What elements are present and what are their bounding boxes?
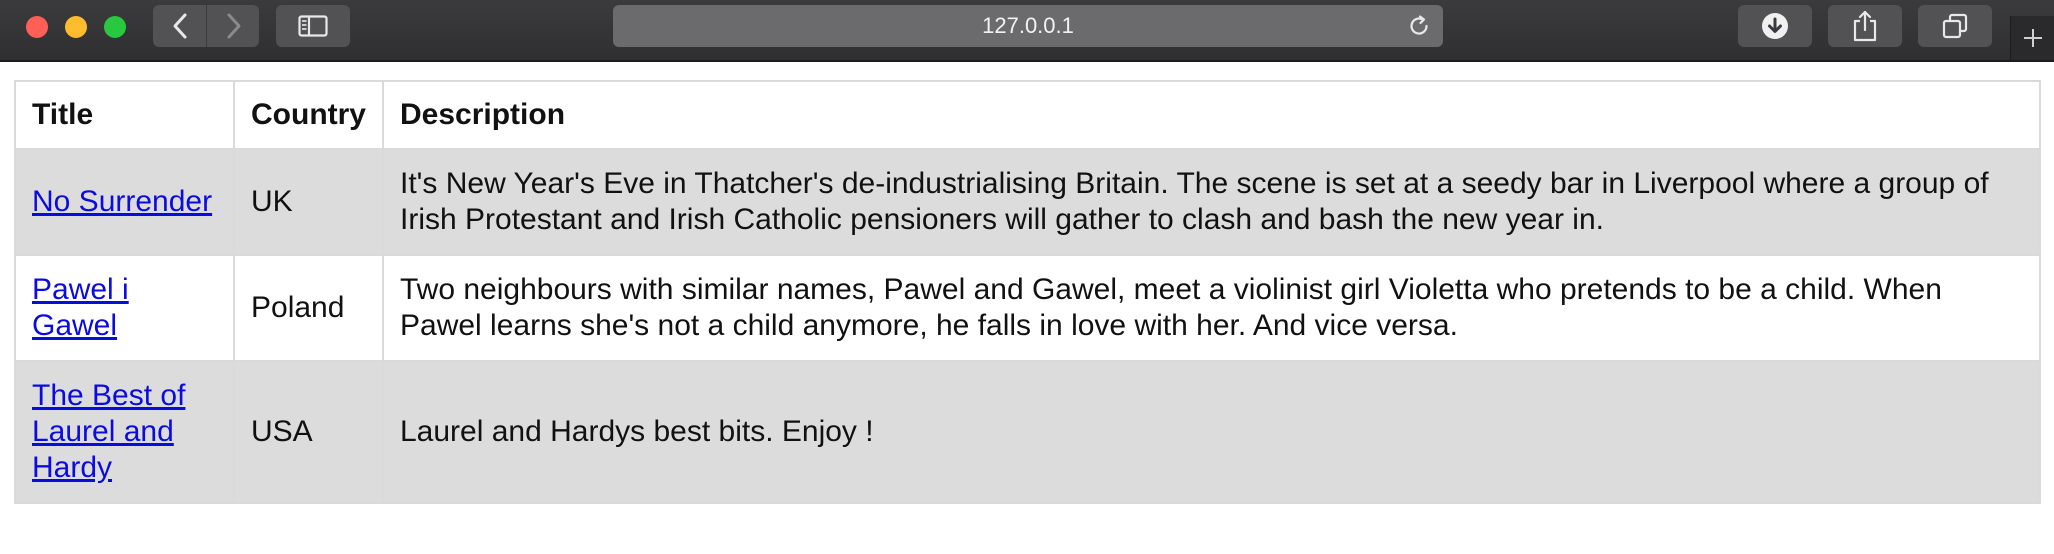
close-window-button[interactable] <box>26 16 48 38</box>
header-country: Country <box>233 80 384 150</box>
title-cell: The Best of Laurel and Hardy <box>14 360 235 504</box>
tabs-overview-icon <box>1942 13 1968 39</box>
share-icon <box>1853 10 1877 42</box>
url-text: 127.0.0.1 <box>982 13 1074 38</box>
page-content: Title Country Description No Surrender U… <box>0 62 2054 554</box>
chevron-left-icon <box>173 13 186 39</box>
films-table: Title Country Description No Surrender U… <box>14 80 2041 504</box>
navigation-buttons <box>153 5 259 47</box>
title-cell: Pawel i Gawel <box>14 254 235 362</box>
download-icon <box>1762 13 1788 39</box>
country-cell: UK <box>233 148 384 256</box>
country-cell: Poland <box>233 254 384 362</box>
film-title-link[interactable]: Pawel i Gawel <box>32 273 129 342</box>
new-tab-button[interactable] <box>2010 16 2054 60</box>
minimize-window-button[interactable] <box>65 16 87 38</box>
share-button[interactable] <box>1828 5 1902 47</box>
sidebar-icon <box>298 15 328 37</box>
back-button[interactable] <box>153 5 206 47</box>
forward-button[interactable] <box>207 5 260 47</box>
sidebar-toggle-button[interactable] <box>276 5 350 47</box>
reload-icon[interactable] <box>1407 14 1431 38</box>
film-title-link[interactable]: No Surrender <box>32 185 212 218</box>
table-header-row: Title Country Description <box>14 80 2041 150</box>
table-row: The Best of Laurel and Hardy USA Laurel … <box>14 360 2041 504</box>
country-cell: USA <box>233 360 384 504</box>
downloads-button[interactable] <box>1738 5 1812 47</box>
title-cell: No Surrender <box>14 148 235 256</box>
maximize-window-button[interactable] <box>104 16 126 38</box>
header-title: Title <box>14 80 235 150</box>
table-row: Pawel i Gawel Poland Two neighbours with… <box>14 254 2041 362</box>
film-title-link[interactable]: The Best of Laurel and Hardy <box>32 379 185 484</box>
browser-toolbar: 127.0.0.1 <box>0 0 2054 62</box>
description-cell: It's New Year's Eve in Thatcher's de-ind… <box>382 148 2041 256</box>
header-description: Description <box>382 80 2041 150</box>
chevron-right-icon <box>227 13 240 39</box>
tab-overview-button[interactable] <box>1918 5 1992 47</box>
address-bar[interactable]: 127.0.0.1 <box>613 5 1443 47</box>
plus-icon <box>2024 29 2042 47</box>
table-row: No Surrender UK It's New Year's Eve in T… <box>14 148 2041 256</box>
description-cell: Laurel and Hardys best bits. Enjoy ! <box>382 360 2041 504</box>
description-cell: Two neighbours with similar names, Pawel… <box>382 254 2041 362</box>
